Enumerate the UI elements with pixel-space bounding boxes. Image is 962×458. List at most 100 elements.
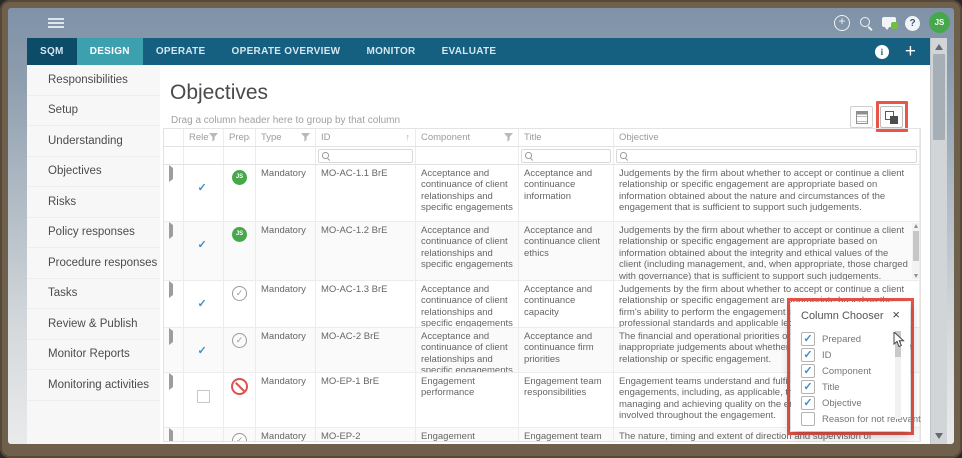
checkbox[interactable] [801, 348, 815, 362]
close-icon[interactable]: × [892, 308, 900, 321]
scroll-down-icon[interactable] [935, 433, 943, 439]
sidebar-item-responsibilities[interactable]: Responsibilities [27, 65, 160, 96]
sidebar-item-monitor-reports[interactable]: Monitor Reports [27, 340, 160, 371]
top-bar: ? JS [8, 8, 954, 38]
chooser-item-objective[interactable]: Objective [801, 395, 910, 411]
cell-id: MO-EP-1 BrE [316, 373, 416, 427]
scrollbar-thumb[interactable] [933, 54, 945, 140]
relevant-checkbox[interactable] [198, 182, 210, 194]
table-row[interactable]: JS Mandatory MO-AC-1.1 BrE Acceptance an… [164, 165, 920, 222]
filter-id-cell [316, 147, 416, 164]
cell-component: Acceptance and continuance of client rel… [416, 328, 519, 372]
sidebar-item-objectives[interactable]: Objectives [27, 157, 160, 188]
scroll-up-icon[interactable] [935, 44, 943, 50]
row-expander-icon[interactable] [169, 281, 173, 298]
sidebar-item-risks[interactable]: Risks [27, 187, 160, 218]
objective-search-input[interactable] [616, 149, 917, 163]
chooser-item-reason[interactable]: Reason for not relevant [801, 411, 910, 427]
cell-title: Acceptance and continuance firm prioriti… [519, 328, 614, 372]
sidebar-item-review-publish[interactable]: Review & Publish [27, 309, 160, 340]
column-chooser-button[interactable] [880, 106, 903, 128]
id-search-input[interactable] [318, 149, 413, 163]
export-button[interactable] [850, 106, 873, 128]
group-by-hint: Drag a column header here to group by th… [171, 115, 400, 126]
checkbox[interactable] [801, 332, 815, 346]
cell-component: Acceptance and continuance of client rel… [416, 222, 519, 280]
checkbox[interactable] [801, 396, 815, 410]
header-objective[interactable]: Objective [614, 129, 920, 146]
tab-sqm[interactable]: SQM [27, 38, 77, 65]
sidebar-item-understanding[interactable]: Understanding [27, 126, 160, 157]
filter-objective-cell [614, 147, 920, 164]
tab-evaluate[interactable]: EVALUATE [429, 38, 510, 65]
sidebar-item-tasks[interactable]: Tasks [27, 279, 160, 310]
relevant-checkbox[interactable] [198, 345, 210, 357]
annotation-box-popup: Column Chooser × Prepared ID Component [787, 298, 914, 435]
filter-icon[interactable] [504, 133, 513, 142]
info-icon[interactable]: i [875, 45, 889, 59]
screenshot-stage: ? JS SQM DESIGN OPERATE OPERATE OVERVIEW… [0, 0, 962, 458]
magnifier-icon [620, 152, 628, 160]
search-icon[interactable] [859, 16, 873, 30]
row-expander-icon[interactable] [169, 165, 173, 182]
help-icon[interactable]: ? [905, 16, 920, 31]
sidebar-item-monitoring-activities[interactable]: Monitoring activities [27, 370, 160, 401]
cell-relevant [184, 328, 224, 372]
cell-component: Acceptance and continuance of client rel… [416, 281, 519, 327]
page-scrollbar[interactable] [930, 38, 947, 444]
filter-expander [164, 147, 184, 164]
relevant-checkbox[interactable] [197, 390, 210, 403]
header-id[interactable]: ID ↑ [316, 129, 416, 146]
topbar-icons: ? JS [834, 8, 950, 38]
header-component[interactable]: Component [416, 129, 519, 146]
relevant-checkbox[interactable] [198, 298, 210, 310]
tab-design[interactable]: DESIGN [77, 38, 143, 65]
cell-scrollbar[interactable] [912, 223, 919, 279]
cell-type: Mandatory [256, 373, 316, 427]
cell-expander [164, 328, 184, 372]
table-row[interactable]: JS Mandatory MO-AC-1.2 BrE Acceptance an… [164, 222, 920, 281]
add-icon[interactable]: + [905, 45, 916, 59]
cell-expander [164, 281, 184, 327]
sidebar-item-setup[interactable]: Setup [27, 96, 160, 127]
header-prepared[interactable]: Prepared [224, 129, 256, 146]
title-search-input[interactable] [521, 149, 611, 163]
cell-type: Mandatory [256, 165, 316, 221]
export-icon [856, 111, 868, 124]
cell-type: Mandatory [256, 222, 316, 280]
checkbox[interactable] [801, 412, 815, 426]
header-relevant[interactable]: Relevant [184, 129, 224, 146]
tab-operate-overview[interactable]: OPERATE OVERVIEW [219, 38, 354, 65]
magnifier-icon [322, 152, 330, 160]
chooser-item-id[interactable]: ID [801, 347, 910, 363]
sort-ascending-icon[interactable]: ↑ [406, 133, 411, 142]
filter-icon[interactable] [301, 133, 310, 142]
chooser-item-title[interactable]: Title [801, 379, 910, 395]
sidebar-item-policy-responses[interactable]: Policy responses [27, 218, 160, 249]
hamburger-menu-icon[interactable] [48, 18, 64, 20]
row-expander-icon[interactable] [169, 328, 173, 345]
filter-icon[interactable] [209, 133, 218, 142]
tab-operate[interactable]: OPERATE [143, 38, 219, 65]
prepared-status-icon: JS [232, 227, 247, 242]
chat-icon[interactable] [882, 17, 896, 27]
filter-title-cell [519, 147, 614, 164]
header-type[interactable]: Type [256, 129, 316, 146]
add-circle-icon[interactable] [834, 15, 850, 31]
filter-component [416, 147, 519, 164]
cell-id: MO-AC-1.2 BrE [316, 222, 416, 280]
cell-component: Acceptance and continuance of client rel… [416, 165, 519, 221]
user-avatar[interactable]: JS [929, 12, 950, 33]
relevant-checkbox[interactable] [198, 239, 210, 251]
header-expander [164, 129, 184, 146]
cell-title: Acceptance and continuance capacity [519, 281, 614, 327]
checkbox[interactable] [801, 380, 815, 394]
tab-monitor[interactable]: MONITOR [353, 38, 428, 65]
row-expander-icon[interactable] [169, 428, 173, 442]
chooser-item-component[interactable]: Component [801, 363, 910, 379]
sidebar-item-procedure-responses[interactable]: Procedure responses [27, 248, 160, 279]
row-expander-icon[interactable] [169, 222, 173, 239]
row-expander-icon[interactable] [169, 373, 173, 390]
checkbox[interactable] [801, 364, 815, 378]
header-title[interactable]: Title [519, 129, 614, 146]
